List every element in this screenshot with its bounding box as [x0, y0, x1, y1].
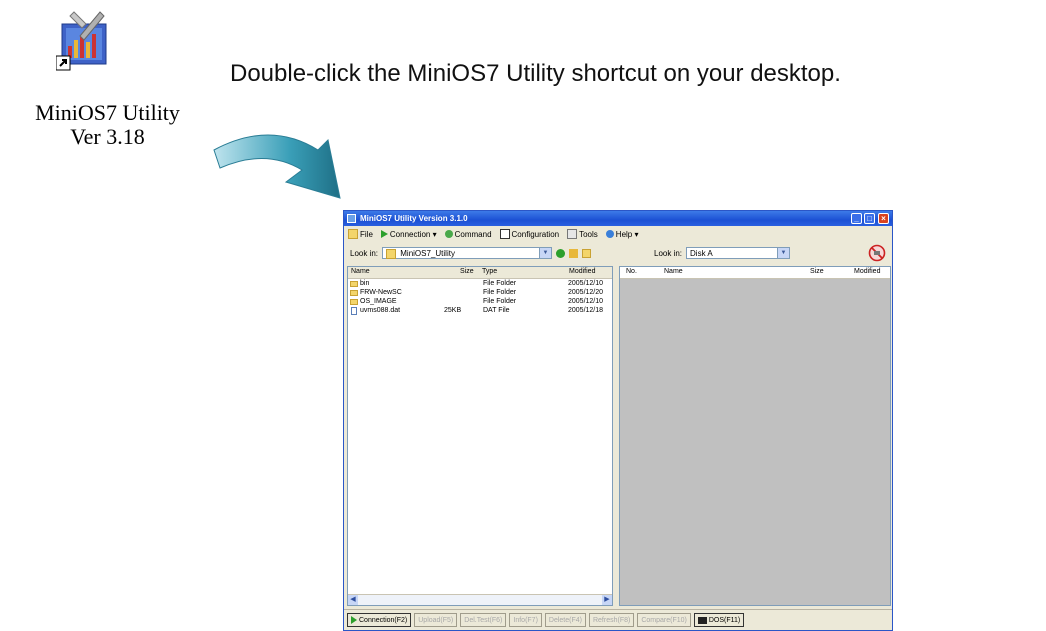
local-file-header: Name Size Type Modified [348, 267, 612, 279]
column-modified[interactable]: Modified [569, 268, 595, 275]
config-icon [499, 229, 510, 239]
scroll-right-icon[interactable]: ▶ [602, 595, 612, 605]
help-icon [605, 230, 614, 238]
folder-icon [348, 229, 358, 239]
horizontal-scrollbar[interactable]: ◀ ▶ [348, 594, 612, 605]
menu-file[interactable]: File [348, 229, 373, 239]
right-look-in-combo[interactable]: Disk A ▼ [686, 247, 791, 259]
folder-icon [350, 299, 358, 305]
right-look-in-label: Look in: [654, 248, 683, 258]
list-item[interactable]: FRW-NewSC File Folder 2005/12/20 [348, 289, 612, 298]
del-test-button[interactable]: Del.Test(F6) [460, 613, 507, 627]
column-modified[interactable]: Modified [854, 268, 880, 275]
menu-tools[interactable]: Tools [567, 229, 598, 239]
function-bar: Connection(F2) Upload(F5) Del.Test(F6) I… [344, 609, 892, 630]
connection-button[interactable]: Connection(F2) [347, 613, 412, 627]
left-look-in-label: Look in: [350, 248, 379, 258]
info-button[interactable]: Info(F7) [509, 613, 542, 627]
column-size[interactable]: Size [810, 268, 824, 275]
column-size[interactable]: Size [460, 268, 474, 275]
maximize-icon[interactable]: □ [864, 213, 875, 224]
file-icon [351, 307, 357, 315]
device-file-list: No. Name Size Modified [619, 266, 891, 606]
play-icon [351, 616, 357, 624]
tools-icon [567, 229, 578, 239]
menu-connection[interactable]: Connection ▾ [380, 230, 437, 239]
command-icon [444, 230, 453, 238]
scroll-left-icon[interactable]: ◀ [348, 595, 358, 605]
menu-help[interactable]: Help ▾ [605, 230, 639, 239]
new-folder-icon[interactable] [582, 248, 592, 258]
menu-command[interactable]: Command [444, 230, 492, 239]
shortcut-version: Ver 3.18 [70, 124, 145, 149]
refresh-button[interactable]: Refresh(F8) [588, 613, 635, 627]
right-look-in-bar: Look in: Disk A ▼ [654, 242, 791, 264]
minimize-icon[interactable]: _ [851, 213, 862, 224]
folder-icon [350, 290, 358, 296]
folder-icon [350, 281, 358, 287]
instruction-text: Double-click the MiniOS7 Utility shortcu… [230, 60, 841, 87]
shortcut-name: MiniOS7 Utility [35, 100, 180, 125]
compare-button[interactable]: Compare(F10) [637, 613, 691, 627]
chevron-down-icon[interactable]: ▼ [777, 248, 790, 258]
list-item[interactable]: bin File Folder 2005/12/10 [348, 280, 612, 289]
left-look-in-bar: Look in: MiniOS7_Utility ▼ [350, 242, 592, 264]
menu-configuration[interactable]: Configuration [499, 229, 559, 239]
up-folder-icon[interactable] [569, 248, 579, 258]
list-item[interactable]: OS_IMAGE File Folder 2005/12/10 [348, 298, 612, 307]
play-icon [380, 230, 388, 238]
dos-icon [697, 616, 707, 624]
curved-arrow-icon [213, 134, 341, 199]
device-file-header: No. Name Size Modified [620, 267, 890, 279]
disconnected-icon[interactable] [868, 244, 886, 262]
close-icon[interactable]: × [878, 213, 889, 224]
left-look-in-combo[interactable]: MiniOS7_Utility ▼ [382, 247, 553, 259]
minios7-utility-shortcut-icon[interactable] [55, 10, 112, 72]
app-icon [347, 214, 356, 223]
folder-icon [386, 248, 397, 259]
column-name[interactable]: Name [351, 268, 370, 275]
dos-button[interactable]: DOS(F11) [693, 613, 745, 627]
window-titlebar: MiniOS7 Utility Version 3.1.0 _ □ × [344, 211, 892, 226]
minios7-utility-window: MiniOS7 Utility Version 3.1.0 _ □ × File… [343, 210, 893, 631]
upload-button[interactable]: Upload(F5) [414, 613, 458, 627]
go-back-icon[interactable] [556, 248, 566, 258]
chevron-down-icon[interactable]: ▼ [539, 248, 552, 258]
minios7-utility-shortcut[interactable]: MiniOS7 Utility Ver 3.18 [0, 0, 215, 190]
delete-button[interactable]: Delete(F4) [544, 613, 586, 627]
column-name[interactable]: Name [664, 268, 683, 275]
local-file-list: Name Size Type Modified bin File Folder … [347, 266, 613, 606]
column-no[interactable]: No. [626, 268, 637, 275]
window-title: MiniOS7 Utility Version 3.1.0 [360, 214, 468, 223]
list-item[interactable]: uvms088.dat 25KB DAT File 2005/12/18 [348, 307, 612, 316]
column-type[interactable]: Type [482, 268, 497, 275]
menu-bar: File Connection ▾ Command Configuration … [344, 227, 892, 241]
